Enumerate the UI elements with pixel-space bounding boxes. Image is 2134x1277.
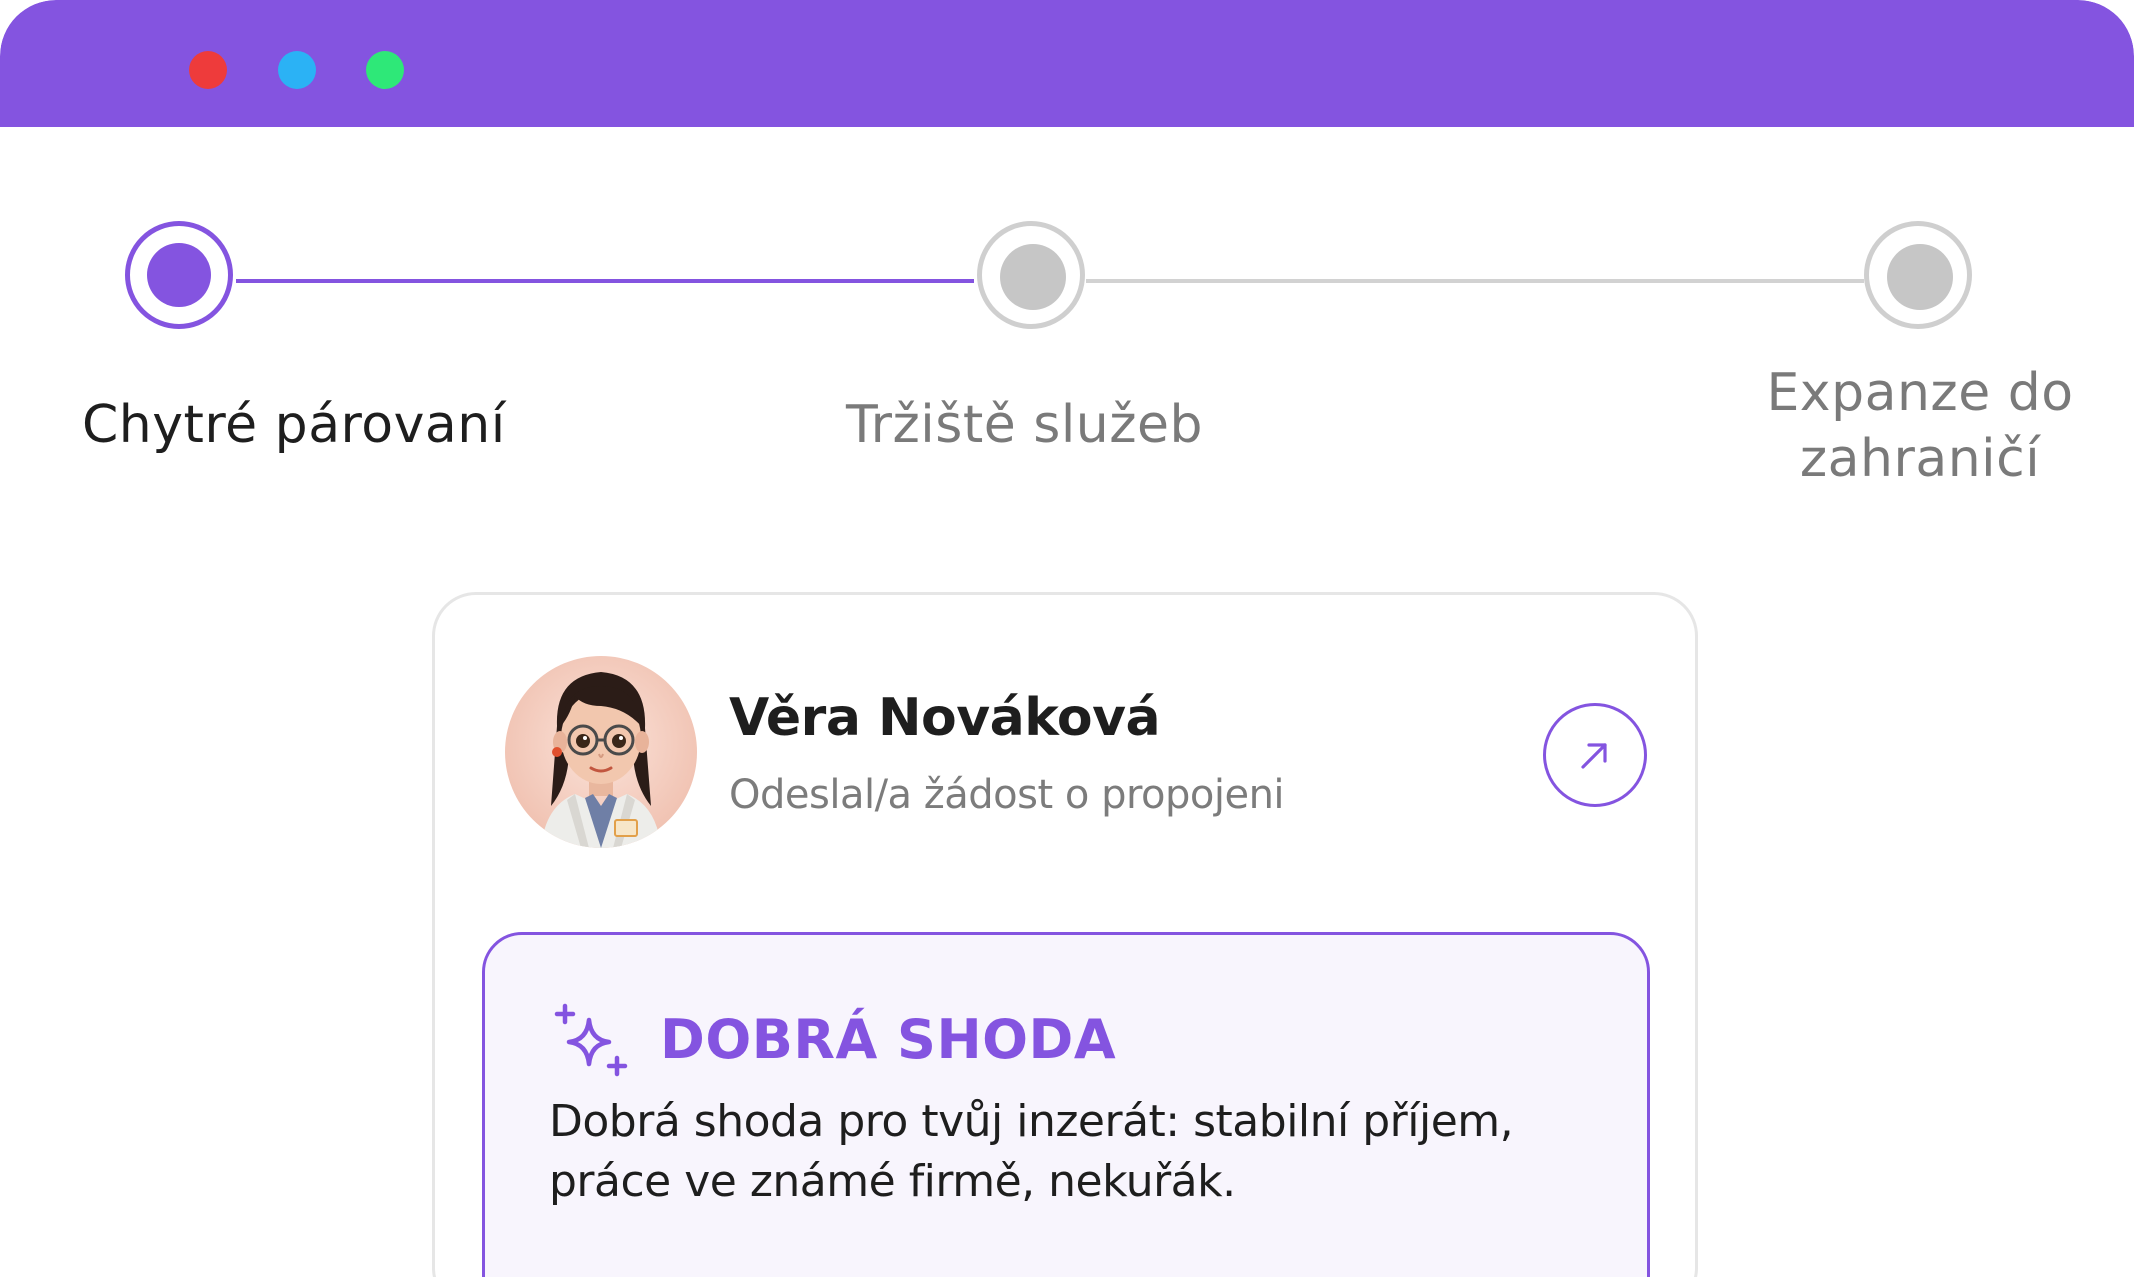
minimize-window-button[interactable]	[278, 51, 316, 89]
step-label-expansion-line1: Expanze do	[1766, 363, 2074, 423]
stepper-connector-pending	[1086, 279, 1864, 283]
step-label-expansion-line2: zahraničí	[1799, 429, 2041, 489]
step-indicator-smart-matching[interactable]	[125, 221, 233, 329]
arrow-up-right-icon	[1581, 743, 1607, 769]
step-indicator-marketplace[interactable]	[977, 221, 1085, 329]
step-indicator-expansion[interactable]	[1864, 221, 1972, 329]
step-label-expansion[interactable]: Expanze do zahraničí	[1730, 360, 2110, 492]
person-name: Věra Nováková	[729, 688, 1161, 748]
match-description: Dobrá shoda pro tvůj inzerát: stabilní p…	[549, 1096, 1514, 1207]
sparkles-icon	[554, 1003, 628, 1077]
step-label-smart-matching[interactable]: Chytré párovaní	[82, 392, 506, 458]
match-title: DOBRÁ SHODA	[660, 1008, 1117, 1071]
user-avatar	[505, 656, 697, 848]
step-label-marketplace[interactable]: Tržiště služeb	[846, 392, 1203, 458]
stepper-connector-completed	[236, 279, 974, 283]
maximize-window-button[interactable]	[366, 51, 404, 89]
open-profile-button[interactable]	[1543, 703, 1647, 807]
app-window: Chytré párovaní Tržiště služeb Expanze d…	[0, 0, 2134, 1277]
connection-status: Odeslal/a žádost o propojeni	[729, 772, 1285, 818]
title-bar	[0, 0, 2134, 127]
close-window-button[interactable]	[189, 51, 227, 89]
